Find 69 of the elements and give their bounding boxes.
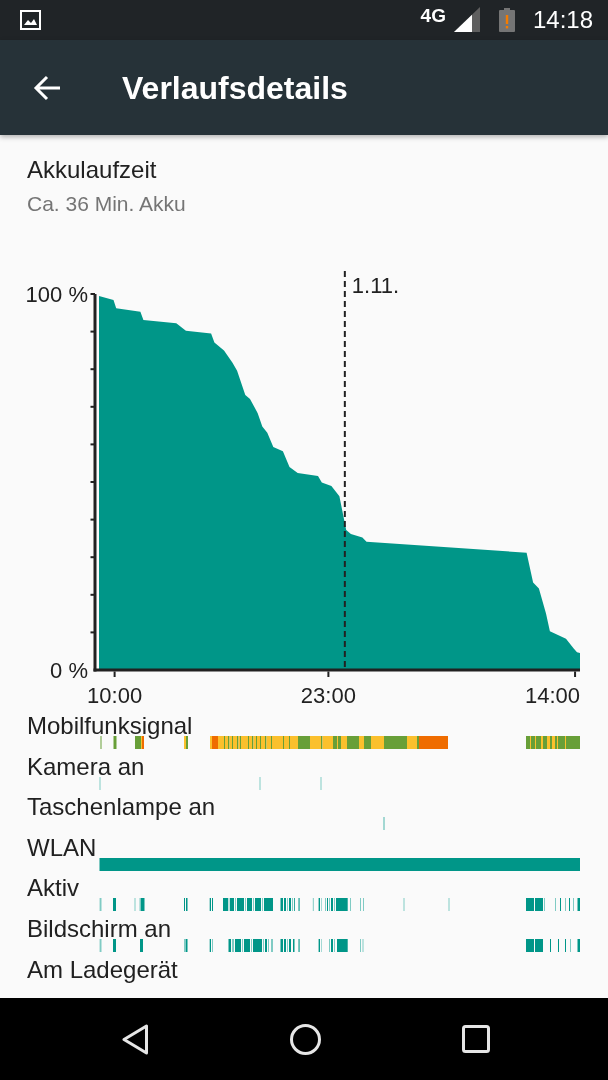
recents-icon[interactable] [462,1025,490,1053]
signal-strength-band [526,736,580,749]
camera-on-mark [99,776,101,790]
active-period-mark [312,898,314,912]
timeline-label: Bildschirm an [27,918,172,939]
screen-on-mark [184,938,188,952]
active-period-mark [209,898,213,912]
active-period-mark [223,898,273,912]
active-period-mark [565,898,566,912]
active-period-mark [184,898,188,912]
signal-icon [453,6,480,32]
active-period-mark [113,898,116,912]
back-icon[interactable] [122,1023,149,1055]
battery-runtime-title: Akkulaufzeit [27,156,157,184]
screen-on-mark [565,938,566,952]
active-period-mark [526,898,545,912]
axis-label: 23:00 [300,683,356,708]
axis-label: 100 % [25,282,88,307]
camera-on-mark [259,776,261,790]
screen-on-mark [558,938,559,952]
battery-runtime-value: Ca. 36 Min. Akku [27,191,186,217]
active-period-mark [448,898,450,912]
screen-on-mark [209,938,213,952]
image-icon [20,10,41,30]
active-period-mark [555,898,556,912]
axis-label: 0 % [50,658,88,683]
screen-on-mark [577,938,580,952]
screen-on-mark [360,938,364,952]
active-period-mark [325,898,348,912]
network-type: 4G [420,6,446,25]
screen-on-mark [570,938,571,952]
screen-on-mark [329,938,335,952]
screen-on-mark [140,938,143,952]
screen-on-mark [318,938,322,952]
active-period-mark [350,898,351,912]
active-period-mark [360,898,364,912]
clock-time: 14:18 [532,6,593,34]
active-period-mark [298,898,300,912]
active-period-mark [280,898,295,912]
screen-on-mark [526,938,543,952]
active-period-mark [403,898,405,912]
axis-label: 14:00 [524,683,580,708]
screen-on-mark [550,938,551,952]
active-period-mark [139,898,145,912]
home-icon[interactable] [290,1023,321,1055]
timeline-label: Kamera an [27,756,145,777]
screen-on-mark [228,938,273,952]
active-period-mark [577,898,580,912]
active-period-mark [134,898,136,912]
screen-on-mark [280,938,295,952]
active-period-mark [573,898,574,912]
camera-on-mark [320,776,322,790]
timeline-label: Aktiv [27,878,79,899]
screen-on-mark [298,938,300,952]
screen-on-mark [113,938,116,952]
axis-label: 10:00 [87,683,143,708]
flashlight-on-mark [383,817,385,831]
battery-icon [498,8,515,32]
screen-on-mark [99,938,102,952]
active-period-mark [318,898,322,912]
active-period-mark [99,898,102,912]
page-title: Verlaufsdetails [122,68,348,107]
timeline-label: Taschenlampe an [27,797,216,818]
active-period-mark [560,898,561,912]
timeline-label: WLAN [27,837,97,858]
screen-on-mark [337,938,348,952]
date-label: 1.11. [351,273,400,298]
back-arrow-icon[interactable] [33,74,61,101]
active-period-mark [569,898,570,912]
